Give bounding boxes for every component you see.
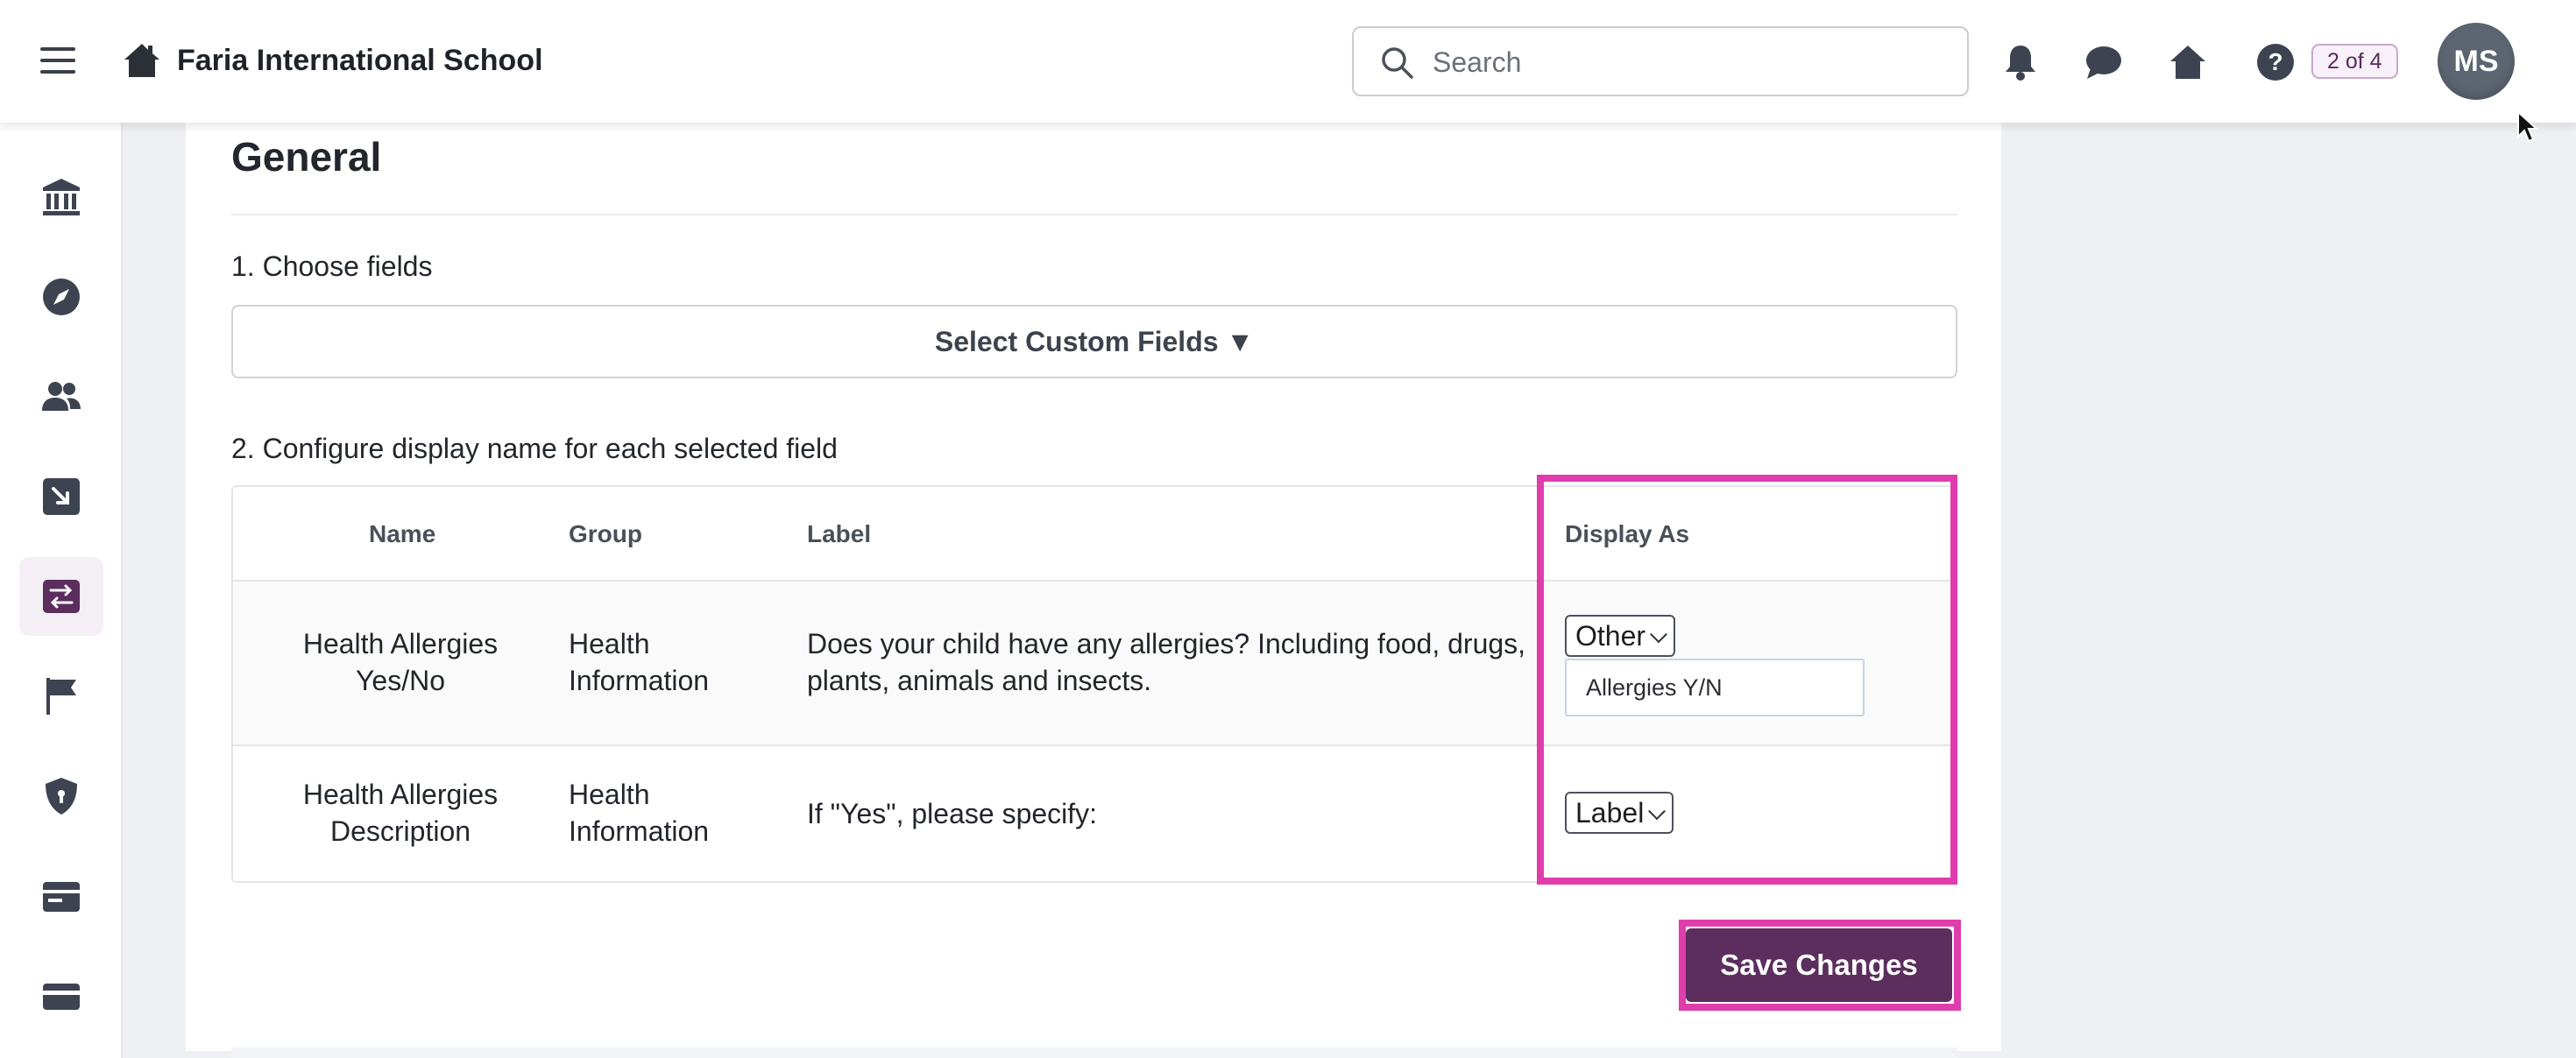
display-as-value: Other [1575, 620, 1646, 652]
chat-icon[interactable] [2084, 42, 2124, 82]
search-input[interactable] [1433, 40, 1941, 84]
search-box[interactable] [1352, 26, 1969, 96]
compass-icon [43, 279, 80, 315]
sync-icon [43, 580, 80, 613]
calendar-card-icon [43, 882, 80, 912]
table-row: Health Allergies Description Health Info… [233, 746, 1956, 881]
column-header-group: Group [569, 520, 642, 547]
section-title: General [231, 134, 382, 180]
field-label: Does your child have any allergies? Incl… [807, 628, 1526, 696]
fields-table: Name Group Label Display As Health Aller… [231, 485, 1957, 883]
mouse-cursor-icon [2517, 110, 2539, 143]
field-group: Health Information [569, 628, 710, 696]
table-row: Health Allergies Yes/No Health Informati… [233, 582, 1956, 746]
step2-label: 2. Configure display name for each selec… [231, 433, 838, 464]
chevron-down-icon [1650, 625, 1667, 644]
people-icon [42, 382, 81, 411]
chevron-down-icon [1648, 802, 1667, 821]
top-bar: Faria International School ? 2 of 4 MS [0, 0, 2576, 123]
display-as-select[interactable]: Label [1565, 792, 1674, 834]
column-header-display-as: Display As [1565, 520, 1690, 547]
svg-text:?: ? [2268, 48, 2282, 75]
page-counter-badge: 2 of 4 [2311, 44, 2398, 79]
column-header-label: Label [807, 520, 872, 547]
step1-label: 1. Choose fields [231, 250, 433, 282]
school-name[interactable]: Faria International School [177, 44, 543, 78]
sidebar-item-import[interactable] [19, 457, 103, 536]
settings-card: General 1. Choose fields Select Custom F… [186, 123, 2001, 1051]
field-group: Health Information [569, 779, 710, 847]
sidebar-item-institution[interactable] [19, 158, 103, 236]
user-avatar[interactable]: MS [2438, 23, 2515, 100]
divider [231, 214, 1957, 215]
import-icon [43, 478, 80, 515]
column-header-name: Name [369, 520, 436, 547]
display-as-value: Label [1575, 797, 1645, 829]
bell-icon[interactable] [2000, 42, 2041, 82]
card-footer-strip [231, 1047, 1957, 1058]
field-name: Health Allergies Yes/No [302, 628, 499, 696]
sidebar-item-flag[interactable] [19, 657, 103, 736]
sidebar-item-sync[interactable] [19, 557, 103, 636]
search-icon [1382, 47, 1413, 79]
save-changes-button[interactable]: Save Changes [1686, 928, 1952, 1002]
table-header: Name Group Label Display As [233, 487, 1956, 582]
menu-icon[interactable] [40, 46, 75, 75]
select-custom-fields-button[interactable]: Select Custom Fields ▼ [231, 305, 1957, 378]
field-label: If "Yes", please specify: [807, 798, 1098, 829]
sidebar-item-explore[interactable] [19, 257, 103, 336]
home-icon[interactable] [2168, 42, 2208, 82]
sidebar-item-card[interactable] [19, 956, 103, 1035]
institution-icon [43, 179, 80, 215]
help-icon[interactable]: ? [2255, 42, 2296, 82]
flag-icon [46, 678, 76, 715]
sidebar [0, 123, 123, 1058]
field-name: Health Allergies Description [302, 779, 499, 847]
sidebar-item-people[interactable] [19, 357, 103, 436]
card-icon [43, 984, 80, 1010]
sidebar-item-security[interactable] [19, 757, 103, 836]
display-as-select[interactable]: Other [1565, 615, 1676, 657]
shield-icon [46, 778, 77, 815]
sidebar-item-calendar[interactable] [19, 857, 103, 935]
custom-display-name-input[interactable] [1565, 659, 1865, 716]
school-home-icon[interactable] [123, 42, 161, 79]
